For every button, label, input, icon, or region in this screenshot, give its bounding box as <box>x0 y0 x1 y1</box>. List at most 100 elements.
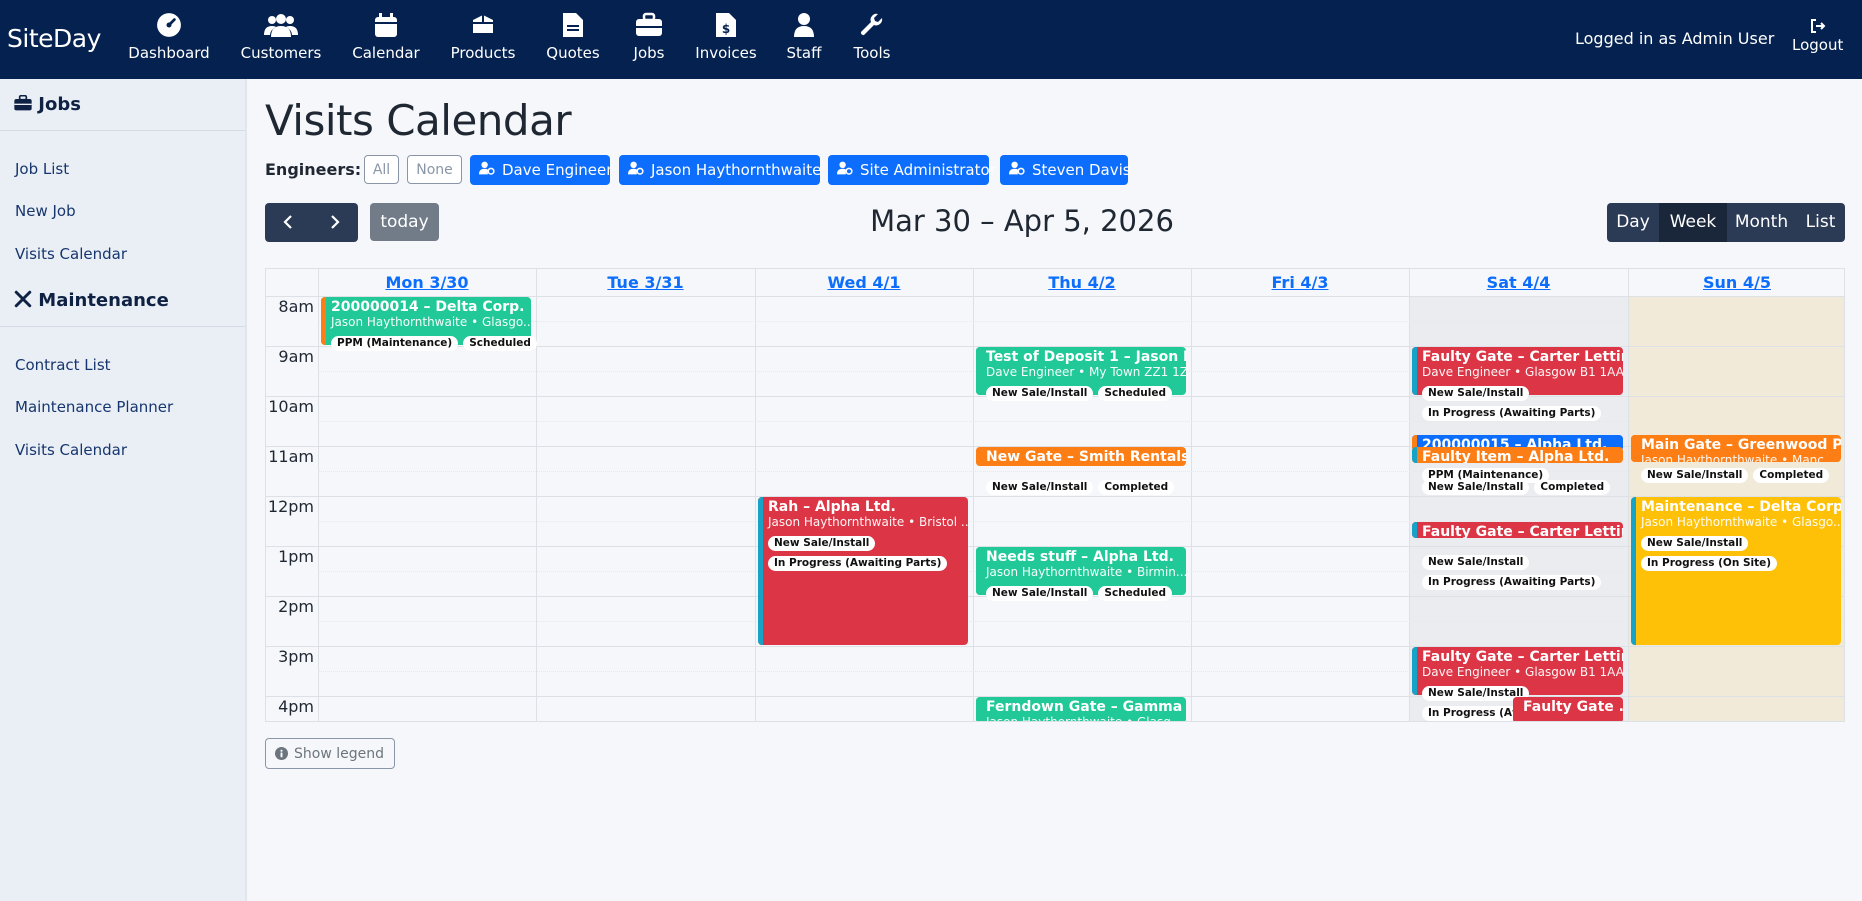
day-header-fri-4-3[interactable]: Fri 4/3 <box>1191 269 1409 296</box>
event-category-stripe <box>1412 647 1417 695</box>
status-badge: New Sale/Install <box>1422 386 1530 401</box>
event-title: Faulty Gate – Carter Lettin... <box>1422 649 1623 665</box>
prev-week-button[interactable] <box>265 203 311 242</box>
event-subtitle: Dave Engineer • My Town ZZ1 1ZZ <box>986 365 1186 379</box>
nav-tools[interactable]: Tools <box>850 12 894 68</box>
event-badges: New Sale/Install In Progress (On Site) <box>1641 531 1837 571</box>
status-badge: In Progress (Awaiting Parts) <box>768 556 948 571</box>
top-navbar: SiteDay Dashboard Customers Calendar Pro… <box>0 0 1862 79</box>
nav-jobs[interactable]: Jobs <box>627 12 671 68</box>
event-title: New Gate – Smith Rentals <box>986 449 1186 465</box>
calendar-event[interactable]: Faulty Gate ... <box>1513 697 1623 721</box>
status-badge: Completed <box>1753 467 1830 483</box>
page-title: Visits Calendar <box>265 96 572 145</box>
engineer-toggle-steven[interactable]: Steven Davis <box>1000 155 1131 185</box>
sidebar-item-job-list[interactable]: Job List <box>15 160 69 178</box>
logout-button[interactable]: Logout <box>1792 18 1843 54</box>
event-title: Main Gate – Greenwood Pr... <box>1641 436 1841 453</box>
sidebar-item-visits-calendar-maint[interactable]: Visits Calendar <box>15 441 127 459</box>
day-header-tue-3-31[interactable]: Tue 3/31 <box>536 269 755 296</box>
time-label: 9am <box>278 347 314 366</box>
event-badges: New Sale/Install Scheduled <box>986 381 1177 401</box>
view-switcher: Day Week Month List <box>1607 203 1845 242</box>
event-badges: New Sale/Install Completed <box>1641 463 1834 483</box>
day-header-sat-4-4[interactable]: Sat 4/4 <box>1409 269 1628 296</box>
nav-customers[interactable]: Customers <box>240 12 322 68</box>
engineer-toggle-jason[interactable]: Jason Haythornthwaite <box>619 155 821 185</box>
show-legend-label: Show legend <box>294 746 384 762</box>
user-cog-icon <box>628 155 644 185</box>
event-category-stripe <box>976 447 981 466</box>
sidebar-item-visits-calendar[interactable]: Visits Calendar <box>15 245 127 263</box>
calendar-icon <box>352 12 420 42</box>
event-title: Needs stuff – Alpha Ltd. <box>986 549 1174 565</box>
event-subtitle: Jason Haythornthwaite • Glasgo... <box>331 315 531 329</box>
view-month-button[interactable]: Month <box>1727 203 1796 242</box>
today-button[interactable]: today <box>370 203 439 241</box>
time-label: 12pm <box>267 497 314 516</box>
status-badge: New Sale/Install <box>1422 555 1530 570</box>
event-badges: New Sale/Install In Progress (Awaiting Pa… <box>768 531 964 571</box>
event-category-stripe <box>1513 697 1518 721</box>
wrench-icon <box>850 12 894 42</box>
event-subtitle: Jason Haythornthwaite • Birmin... <box>986 565 1186 579</box>
event-title: 200000014 – Delta Corp. <box>331 299 525 315</box>
status-badge: In Progress (On Site) <box>1641 556 1778 571</box>
time-label: 2pm <box>278 597 314 616</box>
day-header-wed-4-1[interactable]: Wed 4/1 <box>755 269 973 296</box>
engineer-name: Dave Engineer <box>502 161 613 179</box>
engineer-toggle-site-admin[interactable]: Site Administrator <box>828 155 996 185</box>
info-icon <box>275 739 288 770</box>
calendar-event[interactable]: New Gate – Smith Rentals <box>976 447 1186 466</box>
view-week-button[interactable]: Week <box>1659 203 1727 242</box>
nav-staff[interactable]: Staff <box>783 12 825 68</box>
sidebar-item-contract-list[interactable]: Contract List <box>15 356 111 374</box>
day-header-thu-4-2[interactable]: Thu 4/2 <box>973 269 1191 296</box>
filter-all-button[interactable]: All <box>364 155 399 184</box>
filter-none-button[interactable]: None <box>407 155 462 184</box>
view-list-button[interactable]: List <box>1796 203 1845 242</box>
status-badge: Completed <box>1534 480 1611 495</box>
nav-calendar[interactable]: Calendar <box>352 12 420 68</box>
users-icon <box>240 12 322 42</box>
event-badges: New Sale/Install In Progress (Awaiting Pa… <box>1422 381 1619 421</box>
time-label: 3pm <box>278 647 314 666</box>
next-week-button[interactable] <box>312 203 358 242</box>
status-badge: New Sale/Install <box>768 536 876 551</box>
sidebar-item-new-job[interactable]: New Job <box>15 202 76 220</box>
status-badge: New Sale/Install <box>1641 536 1749 551</box>
calendar-event[interactable]: Faulty Gate – Carter Lettin...Jason Hayt… <box>1412 522 1623 538</box>
chevron-right-icon <box>329 209 341 233</box>
status-badge: Scheduled <box>463 336 537 351</box>
half-hour-line <box>318 421 1844 422</box>
invoice-icon: $ <box>693 12 759 42</box>
hour-row-line <box>266 496 1844 497</box>
event-title: Test of Deposit 1 – Jason H... <box>986 349 1186 365</box>
time-label: 10am <box>268 397 314 416</box>
engineers-label: Engineers: <box>265 160 362 179</box>
nav-quotes[interactable]: Quotes <box>545 12 601 68</box>
nav-invoices[interactable]: $ Invoices <box>693 12 759 68</box>
day-header-mon-3-30[interactable]: Mon 3/30 <box>318 269 536 296</box>
nav-products[interactable]: Products <box>449 12 517 68</box>
calendar-event[interactable]: Main Gate – Greenwood Pr...Jason Haythor… <box>1631 434 1841 462</box>
event-category-stripe <box>976 347 981 395</box>
calendar-event[interactable]: Rah – Alpha Ltd. Jason Haythornthwaite • … <box>758 497 968 645</box>
calendar-event[interactable]: Maintenance – Delta Corp. Jason Haythornt… <box>1631 497 1841 645</box>
calendar-week-grid: Mon 3/30 Tue 3/31 Wed 4/1 Thu 4/2 Fri 4/3 Sat… <box>265 268 1845 722</box>
calendar-event[interactable]: Faulty Item – Alpha Ltd.Jason Haythornth… <box>1412 447 1623 463</box>
event-title: Faulty Item – Alpha Ltd. <box>1422 449 1610 463</box>
engineer-toggle-dave[interactable]: Dave Engineer <box>470 155 613 185</box>
brand-logo[interactable]: SiteDay <box>7 24 101 53</box>
day-header-sun-4-5[interactable]: Sun 4/5 <box>1628 269 1844 296</box>
event-subtitle: Dave Engineer • Glasgow B1 1AA <box>1422 665 1623 679</box>
status-badge: Scheduled <box>1098 586 1173 601</box>
status-badge: In Progress (Awaiting Parts) <box>1422 406 1602 421</box>
nav-dashboard[interactable]: Dashboard <box>128 12 210 68</box>
calendar-event[interactable]: Ferndown Gate – Gamma ... Jason Haythornt… <box>976 697 1186 721</box>
sidebar-item-maintenance-planner[interactable]: Maintenance Planner <box>15 398 173 416</box>
view-day-button[interactable]: Day <box>1607 203 1659 242</box>
event-subtitle: Jason Haythornthwaite • Manc... <box>1641 452 1836 462</box>
nav-dashboard-label: Dashboard <box>128 44 210 62</box>
show-legend-button[interactable]: Show legend <box>265 738 395 769</box>
